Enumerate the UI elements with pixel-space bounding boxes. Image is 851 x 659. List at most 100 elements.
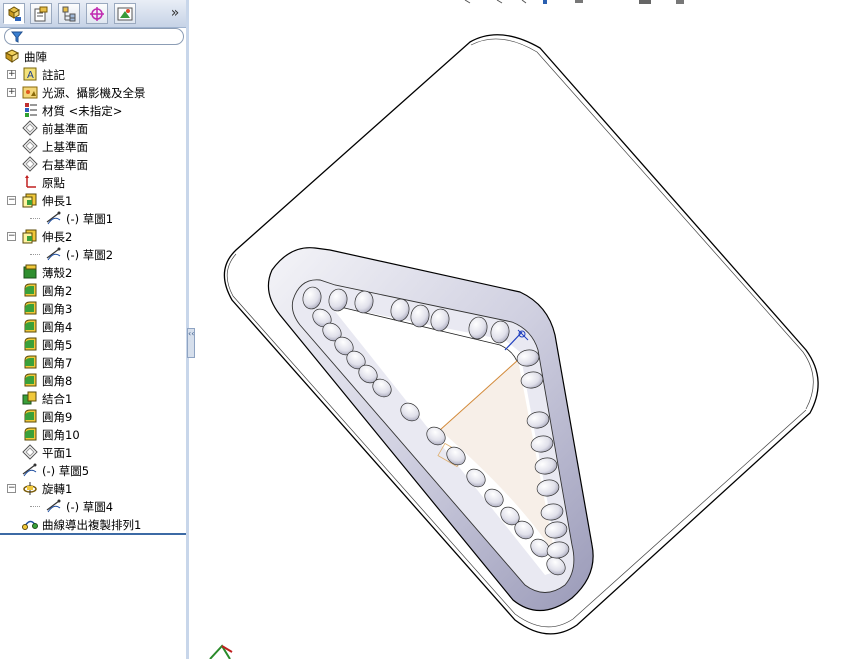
tree-item-label: 圓角10 [42, 428, 80, 442]
tree-end-marker [0, 533, 186, 535]
tree-connector [30, 254, 40, 255]
tree-item[interactable]: 曲線導出複製排列1 [0, 515, 186, 533]
tree-root[interactable]: 曲陣 [0, 47, 186, 65]
expand-button[interactable]: + [7, 70, 16, 79]
tree-item-label: (-) 草圖2 [66, 248, 114, 262]
tree-item[interactable]: − 伸長2 [0, 227, 186, 245]
extrude-icon [22, 193, 37, 208]
annotation-icon: A [23, 67, 37, 81]
tree-item[interactable]: − 旋轉1 [0, 479, 186, 497]
fillet-icon [24, 283, 37, 297]
fillet-icon [24, 319, 37, 333]
tree-item-label: 圓角8 [42, 374, 73, 388]
tree-item[interactable]: 圓角5 [0, 335, 186, 353]
graphics-viewport[interactable] [190, 0, 851, 659]
sketch-icon [46, 211, 61, 225]
part-icon [4, 49, 20, 63]
tree-item-label: 薄殼2 [42, 266, 73, 280]
crosshair-icon [90, 7, 104, 21]
sketch-icon [22, 463, 37, 477]
sketch-icon [46, 499, 61, 513]
plane-icon [22, 120, 38, 136]
tree-item[interactable]: 材質 <未指定> [0, 101, 186, 119]
tree-item-label: 圓角7 [42, 356, 73, 370]
tree-item[interactable]: 圓角9 [0, 407, 186, 425]
tree-item[interactable]: 圓角2 [0, 281, 186, 299]
collapse-button[interactable]: − [7, 196, 16, 205]
tree-item-label: 圓角5 [42, 338, 73, 352]
tree-item-label: 伸長2 [42, 230, 73, 244]
property-manager-tab[interactable] [30, 3, 52, 24]
feature-manager-panel: » 曲陣 + A 註記 + 光源、攝影機及全景材質 <未指定> 前基準面上基準面右基準面原… [0, 0, 187, 659]
tree-item[interactable]: (-) 草圖4 [0, 497, 186, 515]
dimxpert-tab[interactable] [86, 3, 108, 24]
shell-icon [23, 264, 37, 279]
tree-item[interactable]: (-) 草圖2 [0, 245, 186, 263]
tree-item-label: (-) 草圖5 [42, 464, 90, 478]
filter-icon [11, 31, 23, 43]
configuration-icon [62, 6, 76, 22]
tree-item-label: 前基準面 [42, 122, 88, 136]
configuration-manager-tab[interactable] [58, 3, 80, 24]
feature-manager-tab[interactable] [3, 3, 25, 24]
curve-pattern-icon [22, 520, 38, 530]
tree-item-label: 旋轉1 [42, 482, 73, 496]
tree-item[interactable]: 圓角4 [0, 317, 186, 335]
tree-item-label: (-) 草圖1 [66, 212, 114, 226]
sketch-icon [46, 247, 61, 261]
tree-item[interactable]: 結合1 [0, 389, 186, 407]
tree-item[interactable]: 上基準面 [0, 137, 186, 155]
tree-item-label: 曲線導出複製排列1 [42, 518, 142, 532]
tree-root-label: 曲陣 [24, 50, 47, 64]
tree-item[interactable]: 圓角8 [0, 371, 186, 389]
revolve-icon [23, 482, 37, 495]
fillet-icon [24, 373, 37, 387]
tree-connector [30, 506, 40, 507]
expand-button[interactable]: + [7, 88, 16, 97]
tree-item[interactable]: + 光源、攝影機及全景 [0, 83, 186, 101]
tree-item[interactable]: 前基準面 [0, 119, 186, 137]
tree-item[interactable]: 平面1 [0, 443, 186, 461]
tree-connector [30, 218, 40, 219]
more-tabs-button[interactable]: » [167, 5, 183, 21]
plane-icon [22, 138, 38, 154]
origin-icon [25, 175, 36, 188]
heads-up-toolbar-fragment[interactable] [464, 0, 684, 4]
tree-item[interactable]: 圓角3 [0, 299, 186, 317]
tree-item[interactable]: 薄殼2 [0, 263, 186, 281]
tree-item-label: 上基準面 [42, 140, 88, 154]
tree-item-label: 結合1 [42, 392, 73, 406]
tree-item-label: 註記 [42, 68, 65, 82]
tree-item-label: 圓角3 [42, 302, 73, 316]
collapse-button[interactable]: − [7, 232, 16, 241]
tree-item[interactable]: 圓角7 [0, 353, 186, 371]
tree-item-label: 圓角9 [42, 410, 73, 424]
plane-icon [22, 156, 38, 172]
plane-icon [22, 444, 38, 460]
fillet-icon [24, 301, 37, 315]
tree-item[interactable]: 圓角10 [0, 425, 186, 443]
fillet-icon [24, 355, 37, 369]
tree-item-label: 平面1 [42, 446, 73, 460]
tree-item-label: (-) 草圖4 [66, 500, 114, 514]
tree-item[interactable]: + A 註記 [0, 65, 186, 83]
tree-item[interactable]: 右基準面 [0, 155, 186, 173]
tree-item-label: 右基準面 [42, 158, 88, 172]
feature-tree-icon [8, 6, 21, 21]
combine-icon [22, 391, 37, 405]
tree-item-label: 材質 <未指定> [42, 104, 123, 118]
tree-item[interactable]: (-) 草圖5 [0, 461, 186, 479]
tree-item[interactable]: − 伸長1 [0, 191, 186, 209]
tree-item-label: 原點 [42, 176, 65, 190]
svg-text:A: A [27, 70, 34, 81]
collapse-button[interactable]: − [7, 484, 16, 493]
display-manager-tab[interactable] [114, 3, 136, 24]
fillet-icon [24, 427, 37, 441]
tree-item-label: 圓角2 [42, 284, 73, 298]
tree-filter-box[interactable] [4, 28, 184, 45]
property-icon [34, 6, 48, 22]
tree-item-label: 伸長1 [42, 194, 73, 208]
tree-item[interactable]: 原點 [0, 173, 186, 191]
tree-item[interactable]: (-) 草圖1 [0, 209, 186, 227]
tree-item-label: 圓角4 [42, 320, 73, 334]
